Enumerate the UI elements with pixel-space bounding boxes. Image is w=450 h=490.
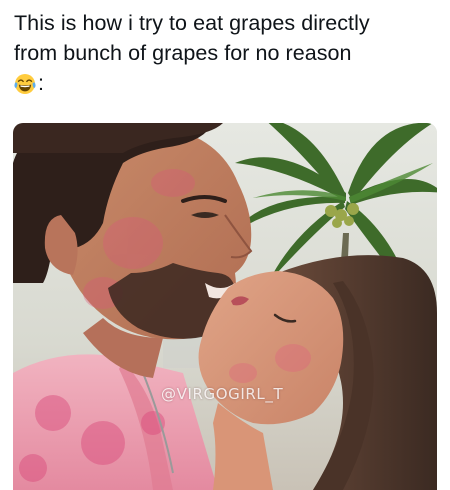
face-with-tears-of-joy-icon — [14, 73, 36, 95]
caption-line: This is how i try to eat grapes directly — [14, 11, 370, 35]
caption-colon: : — [38, 71, 45, 95]
watermark-text: @VIRGOGIRL_T — [161, 385, 284, 403]
caption-line: : — [14, 68, 442, 98]
tweet-text: This is how i try to eat grapes directly… — [14, 8, 442, 98]
caption-line: from bunch of grapes for no reason — [14, 41, 352, 65]
tweet-photo[interactable]: @VIRGOGIRL_T — [13, 123, 437, 490]
couple-photo-illustration — [13, 123, 437, 490]
